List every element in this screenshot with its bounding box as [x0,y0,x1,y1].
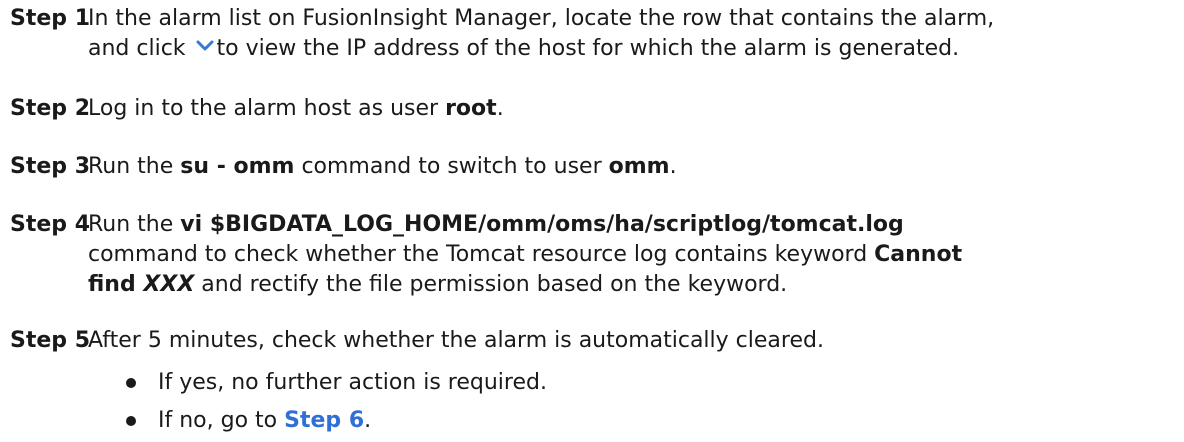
step-text-line: and click to view the IP address of the … [88,34,1168,64]
keyword-text: Cannot [874,242,963,267]
command-text: su - omm [180,154,295,179]
keyword-text: find [88,272,144,297]
step-text-line: Log in to the alarm host as user root. [88,94,1168,124]
list-item: If yes, no further action is required. [0,368,1184,398]
procedure-document: Step 1 In the alarm list on FusionInsigh… [0,0,1184,442]
keyword-placeholder: XXX [143,272,195,297]
command-text: vi $BIGDATA_LOG_HOME/omm/oms/ha/scriptlo… [180,212,904,237]
step-body: Run the su - omm command to switch to us… [88,152,1168,182]
step-text: If no, go to [158,408,285,433]
list-item-text: If yes, no further action is required. [158,370,547,395]
punctuation: . [496,96,504,121]
step-label: Step 1 [10,6,90,31]
step-text: and click [88,36,186,61]
step-text-line: command to check whether the Tomcat reso… [88,240,1168,270]
step-text-line: find XXX and rectify the file permission… [88,270,1168,300]
step-text-line: Run the vi $BIGDATA_LOG_HOME/omm/oms/ha/… [88,210,1168,240]
step-label: Step 2 [10,96,90,121]
punctuation: . [364,408,372,433]
step-label: Step 5 [10,328,90,353]
step-body: Log in to the alarm host as user root. [88,94,1168,124]
step-text: Log in to the alarm host as user [88,96,446,121]
step-body: After 5 minutes, check whether the alarm… [88,326,1168,356]
chevron-down-icon[interactable] [195,32,215,62]
step-text-line: Run the su - omm command to switch to us… [88,152,1168,182]
bullet-icon [126,378,136,388]
step-text: command to check whether the Tomcat reso… [88,242,875,267]
step-text: and rectify the file permission based on… [194,272,788,297]
step-text: Run the [88,212,181,237]
step-text-line: In the alarm list on FusionInsight Manag… [88,6,995,31]
step-6-link[interactable]: Step 6 [284,408,364,433]
step-body: Run the vi $BIGDATA_LOG_HOME/omm/oms/ha/… [88,210,1168,300]
step-label: Step 3 [10,154,90,179]
user-name: root [445,96,497,121]
list-item-text: If no, go to Step 6. [158,406,371,436]
punctuation: . [669,154,677,179]
step-text: command to switch to user [294,154,609,179]
step-text: to view the IP address of the host for w… [216,36,960,61]
step-label: Step 4 [10,212,90,237]
step-text-line: After 5 minutes, check whether the alarm… [88,328,824,353]
step-text: Run the [88,154,181,179]
step-body: In the alarm list on FusionInsight Manag… [88,4,1168,64]
list-item: If no, go to Step 6. [0,406,1184,436]
bullet-icon [126,416,136,426]
user-name: omm [608,154,670,179]
